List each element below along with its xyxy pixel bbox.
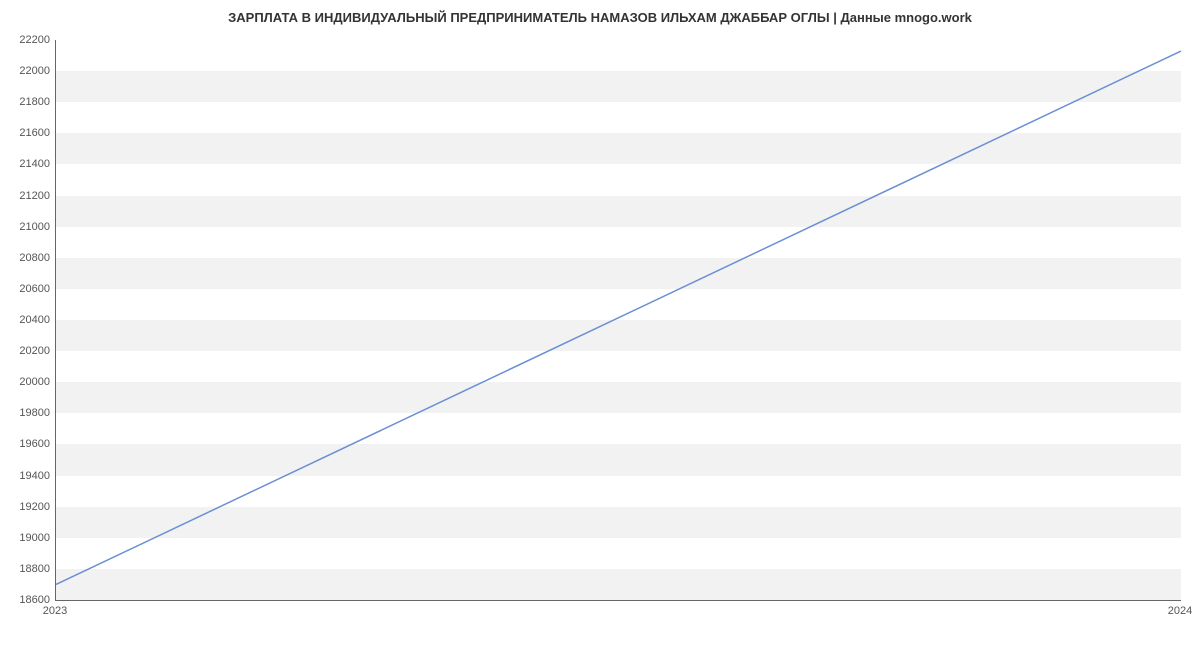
- y-tick-label: 21400: [10, 158, 50, 170]
- series-line: [56, 51, 1181, 584]
- y-tick-label: 22200: [10, 34, 50, 46]
- y-tick-label: 20400: [10, 314, 50, 326]
- line-layer: [56, 40, 1181, 600]
- x-tick-label: 2024: [1168, 605, 1192, 617]
- y-tick-label: 20200: [10, 345, 50, 357]
- y-tick-label: 19400: [10, 470, 50, 482]
- y-tick-label: 21200: [10, 190, 50, 202]
- plot-area: [55, 40, 1181, 601]
- y-tick-label: 21800: [10, 96, 50, 108]
- y-tick-label: 18800: [10, 563, 50, 575]
- y-tick-label: 19600: [10, 438, 50, 450]
- y-tick-label: 22000: [10, 65, 50, 77]
- y-tick-label: 21000: [10, 221, 50, 233]
- y-tick-label: 19800: [10, 407, 50, 419]
- x-tick-label: 2023: [43, 605, 67, 617]
- y-tick-label: 20800: [10, 252, 50, 264]
- y-tick-label: 20600: [10, 283, 50, 295]
- y-tick-label: 21600: [10, 127, 50, 139]
- y-tick-label: 19200: [10, 501, 50, 513]
- chart-title: ЗАРПЛАТА В ИНДИВИДУАЛЬНЫЙ ПРЕДПРИНИМАТЕЛ…: [0, 0, 1200, 25]
- y-tick-label: 19000: [10, 532, 50, 544]
- y-tick-label: 20000: [10, 376, 50, 388]
